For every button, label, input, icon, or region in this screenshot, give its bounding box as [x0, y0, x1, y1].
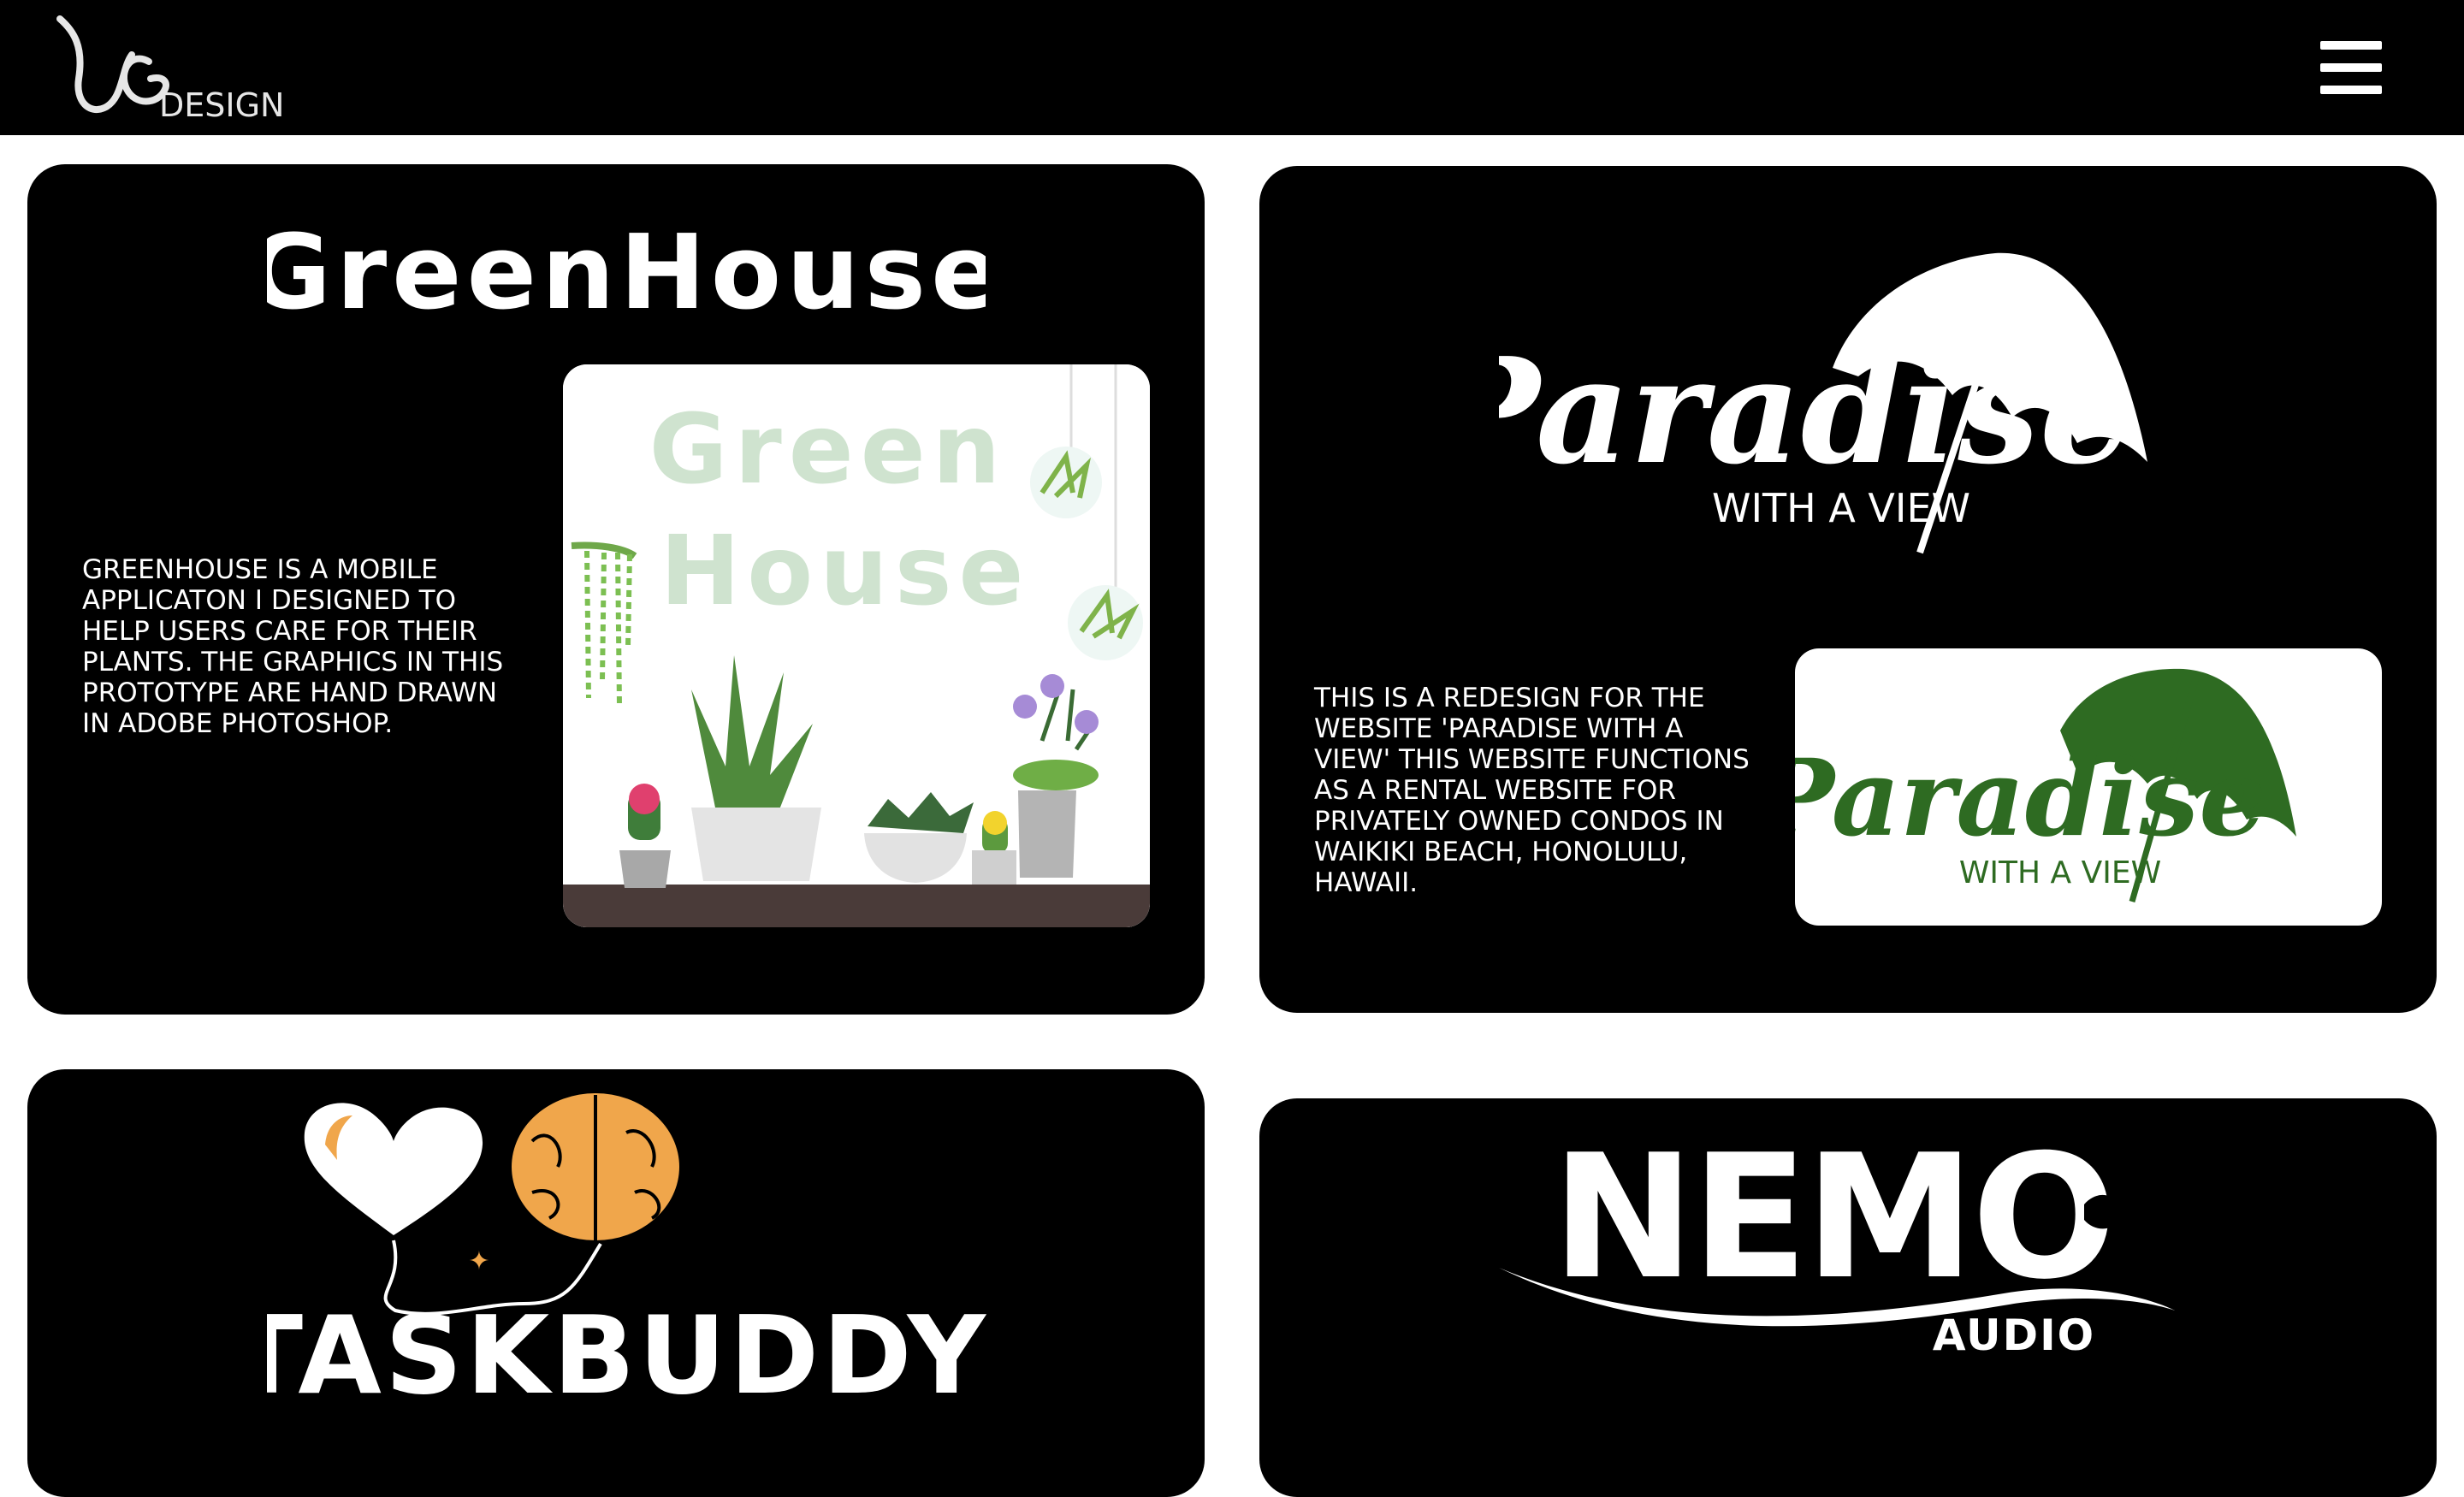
- svg-text:WITH A VIEW: WITH A VIEW: [1712, 485, 1970, 531]
- svg-text:Green: Green: [649, 394, 1008, 506]
- svg-text:WITH A VIEW: WITH A VIEW: [1959, 855, 2161, 891]
- paradise-thumbnail[interactable]: Paradise WITH A VIEW: [1795, 648, 2382, 926]
- greenhouse-title: GreenHouse: [267, 214, 986, 323]
- svg-text:Paradise: Paradise: [1499, 326, 2132, 497]
- top-navigation-bar: DESIGN: [0, 0, 2464, 135]
- svg-text:Paradise: Paradise: [1795, 737, 2266, 861]
- paradise-logo: Paradise WITH A VIEW: [1499, 252, 2147, 554]
- project-card-nemo[interactable]: NEMO AUDIO: [1259, 1098, 2437, 1497]
- svg-text:TASKBUDDY: TASKBUDDY: [267, 1293, 989, 1405]
- logo-text: DESIGN: [159, 86, 284, 123]
- svg-text:✦: ✦: [468, 1246, 489, 1276]
- greenhouse-description: GREENHOUSE IS A MOBILE APPLICATON I DESI…: [82, 554, 504, 739]
- svg-text:GreenHouse: GreenHouse: [267, 214, 986, 323]
- project-card-greenhouse[interactable]: GreenHouse GREENHOUSE IS A MOBILE APPLIC…: [27, 164, 1205, 1015]
- hamburger-menu-icon[interactable]: [2320, 41, 2382, 94]
- project-card-taskbuddy[interactable]: ✦ TASKBUDDY: [27, 1069, 1205, 1497]
- project-card-paradise[interactable]: Paradise WITH A VIEW THIS IS A REDESIGN …: [1259, 166, 2437, 1013]
- svg-text:House: House: [660, 516, 1030, 627]
- nemo-audio-logo: NEMO AUDIO: [1499, 1148, 2175, 1353]
- greenhouse-illustration: Green House: [563, 364, 1150, 927]
- taskbuddy-logo: ✦ TASKBUDDY: [267, 1093, 989, 1405]
- svg-text:AUDIO: AUDIO: [1933, 1311, 2095, 1353]
- paradise-green-logo: Paradise WITH A VIEW: [1795, 668, 2296, 902]
- paradise-description: THIS IS A REDESIGN FOR THE WEBSITE 'PARA…: [1314, 683, 1750, 898]
- ug-design-logo[interactable]: DESIGN: [50, 12, 298, 123]
- greenhouse-thumbnail[interactable]: Green House: [563, 364, 1150, 927]
